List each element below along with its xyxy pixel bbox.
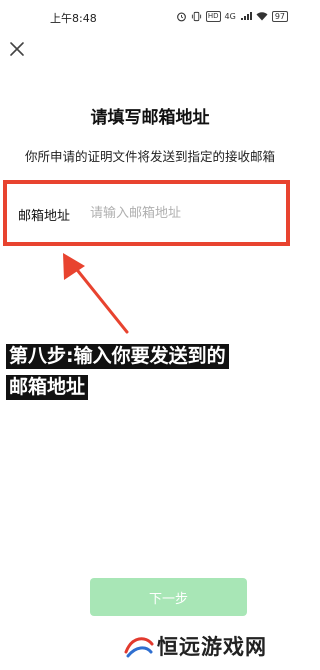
step-caption-line2: 邮箱地址 bbox=[6, 375, 89, 400]
watermark-logo-icon bbox=[124, 637, 154, 658]
step-caption: 第八步:输入你要发送到的 邮箱地址 bbox=[6, 341, 296, 403]
page-subtitle: 你所申请的证明文件将发送到指定的接收邮箱 bbox=[24, 149, 275, 164]
status-bar: 上午8:48 HD 4G 97 bbox=[0, 0, 300, 34]
close-icon[interactable] bbox=[6, 38, 28, 60]
hd-icon: HD bbox=[205, 10, 221, 22]
email-label: 邮箱地址 bbox=[18, 209, 71, 224]
wifi-icon bbox=[256, 12, 268, 21]
watermark-text: 恒远游戏网 bbox=[157, 635, 267, 659]
signal-icon bbox=[240, 12, 252, 20]
vibrate-icon bbox=[191, 11, 201, 21]
step-caption-line1: 第八步:输入你要发送到的 bbox=[6, 344, 229, 369]
email-field-row: 邮箱地址 bbox=[6, 196, 286, 236]
email-input[interactable] bbox=[90, 200, 275, 226]
next-button[interactable]: 下一步 bbox=[90, 578, 247, 616]
page-title: 请填写邮箱地址 bbox=[90, 108, 210, 128]
watermark: 恒远游戏网 bbox=[124, 628, 267, 664]
pointer-arrow bbox=[63, 253, 129, 334]
status-icons: HD 4G 97 bbox=[176, 9, 288, 23]
alarm-icon bbox=[176, 12, 186, 21]
network-type-icon: 4G bbox=[224, 11, 236, 21]
status-time: 上午8:48 bbox=[50, 12, 97, 25]
battery-icon: 97 bbox=[271, 10, 288, 22]
